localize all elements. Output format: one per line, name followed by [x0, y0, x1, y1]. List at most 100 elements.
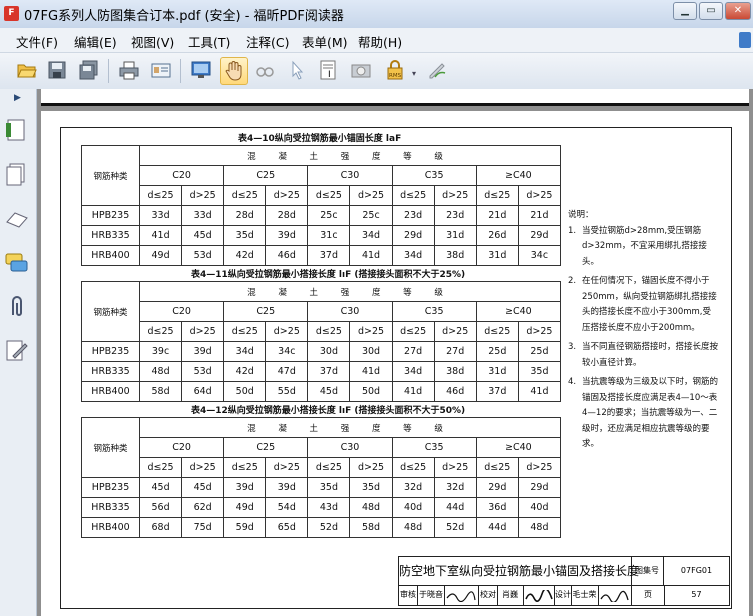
length-cell: 32d	[391, 477, 435, 498]
select-button[interactable]	[284, 57, 310, 83]
length-cell: 34c	[265, 341, 309, 362]
length-cell: 52d	[307, 517, 351, 538]
open-button[interactable]	[14, 57, 40, 83]
length-cell: 40d	[517, 497, 562, 518]
loupe-button[interactable]	[252, 57, 278, 83]
length-cell: 48d	[391, 517, 435, 538]
pdf-page: 表4—10纵向受拉钢筋最小锚固长度 laF 钢筋种类混 凝 土 强 度 等 级C…	[41, 111, 749, 616]
print-icon	[119, 61, 139, 80]
length-cell: 34d	[391, 245, 435, 266]
table-row: HPB235 39c 39d 34d 34c 30d 30d 27d 27d 25d 25d	[81, 341, 562, 362]
length-cell: 44d	[475, 517, 519, 538]
reviewer-signature	[446, 591, 476, 602]
layers-icon[interactable]	[5, 207, 29, 231]
length-cell: 33d	[181, 205, 225, 226]
length-cell: 45d	[307, 381, 351, 402]
grade-header: C30	[307, 165, 393, 186]
email-icon	[151, 63, 171, 78]
diameter-header: d≤25	[138, 457, 183, 478]
length-cell: 34d	[349, 225, 393, 246]
anchorage-table: 钢筋种类混 凝 土 强 度 等 级 C20 C25 C30 C35 ≥C40 d≤25 d>2…	[81, 145, 562, 266]
diameter-header: d≤25	[307, 185, 351, 206]
design-label: 设计	[554, 585, 572, 605]
save-all-button[interactable]	[76, 57, 102, 83]
print-button[interactable]	[116, 57, 142, 83]
length-cell: 41d	[391, 381, 435, 402]
rebar-name-cell: HRB335	[81, 497, 140, 518]
length-cell: 40d	[391, 497, 435, 518]
diameter-header: d>25	[517, 457, 562, 478]
grade-header: C35	[391, 437, 477, 458]
menu-tools[interactable]: 工具(T)	[188, 32, 230, 51]
comments-icon[interactable]	[5, 251, 29, 275]
length-cell: 37d	[307, 361, 351, 382]
save-button[interactable]	[44, 57, 70, 83]
length-cell: 29d	[517, 477, 562, 498]
snapshot-icon	[351, 64, 371, 78]
table-title: 表4—12纵向受拉钢筋最小搭接长度 lıF (搭接接头面积不大于50%)	[191, 406, 466, 416]
text-select-button[interactable]: I	[316, 57, 342, 83]
length-cell: 35d	[307, 477, 351, 498]
length-cell: 47d	[265, 361, 309, 382]
table-header-row: 钢筋种类混 凝 土 强 度 等 级	[81, 281, 561, 342]
diameter-header: d≤25	[391, 185, 435, 206]
rebar-name-cell: HRB335	[81, 225, 140, 246]
pages-icon[interactable]	[5, 163, 29, 187]
length-cell: 35d	[517, 361, 562, 382]
signatures-icon[interactable]	[5, 339, 29, 363]
length-cell: 64d	[181, 381, 225, 402]
sign-button[interactable]	[424, 57, 450, 83]
menu-help[interactable]: 帮助(H)	[358, 32, 402, 51]
length-cell: 41d	[138, 225, 183, 246]
length-cell: 41d	[349, 361, 393, 382]
length-cell: 45d	[181, 477, 225, 498]
length-cell: 30d	[349, 341, 393, 362]
length-cell: 31d	[433, 225, 477, 246]
email-button[interactable]	[148, 57, 174, 83]
diameter-header: d>25	[433, 457, 477, 478]
length-cell: 44d	[433, 497, 477, 518]
length-cell: 25c	[307, 205, 351, 226]
fullscreen-button[interactable]	[188, 57, 214, 83]
menu-view[interactable]: 视图(V)	[131, 32, 174, 51]
svg-text:I: I	[328, 70, 331, 80]
grade-header: ≥C40	[475, 165, 562, 186]
attachments-icon[interactable]	[5, 295, 29, 319]
length-cell: 27d	[433, 341, 477, 362]
length-cell: 56d	[138, 497, 183, 518]
hand-tool-button[interactable]	[220, 57, 248, 85]
title-bar: F 07FG系列人防图集合订本.pdf (安全) - 福昕PDF阅读器 ▁ ▭ …	[0, 0, 753, 29]
menu-comments[interactable]: 注释(C)	[246, 32, 289, 51]
length-cell: 38d	[433, 361, 477, 382]
table-title: 表4—11纵向受拉钢筋最小搭接长度 lıF (搭接接头面积不大于25%)	[191, 270, 466, 280]
length-cell: 34c	[517, 245, 562, 266]
table-header-row: 钢筋种类混 凝 土 强 度 等 级	[81, 417, 561, 478]
diameter-header: d≤25	[475, 457, 519, 478]
minimize-button[interactable]: ▁	[673, 2, 697, 20]
rms-dropdown-arrow[interactable]: ▾	[412, 69, 416, 78]
snapshot-button[interactable]	[348, 57, 374, 83]
document-view[interactable]: 表4—10纵向受拉钢筋最小锚固长度 laF 钢筋种类混 凝 土 强 度 等 级C…	[37, 89, 753, 616]
length-cell: 33d	[138, 205, 183, 226]
menu-edit[interactable]: 编辑(E)	[74, 32, 117, 51]
expand-pane-icon[interactable]: ▶	[14, 93, 21, 103]
check-label: 校对	[478, 585, 498, 605]
dock-icon[interactable]	[739, 32, 751, 48]
drawing-title: 防空地下室纵向受拉钢筋最小锚固及搭接长度	[399, 557, 639, 586]
maximize-button[interactable]: ▭	[699, 2, 723, 20]
length-cell: 29d	[517, 225, 562, 246]
menu-forms[interactable]: 表单(M)	[302, 32, 348, 51]
close-button[interactable]: ✕	[725, 2, 751, 20]
diameter-header: d>25	[517, 321, 562, 342]
diameter-header: d≤25	[223, 321, 267, 342]
diameter-header: d>25	[349, 457, 393, 478]
bookmarks-icon[interactable]	[5, 119, 29, 143]
rms-protect-button[interactable]: RMS	[382, 57, 408, 83]
length-cell: 45d	[138, 477, 183, 498]
length-cell: 32d	[433, 477, 477, 498]
length-cell: 54d	[265, 497, 309, 518]
open-folder-icon	[17, 64, 37, 78]
toolbar: I RMS ▾	[0, 53, 753, 90]
menu-file[interactable]: 文件(F)	[16, 32, 58, 51]
length-cell: 50d	[223, 381, 267, 402]
